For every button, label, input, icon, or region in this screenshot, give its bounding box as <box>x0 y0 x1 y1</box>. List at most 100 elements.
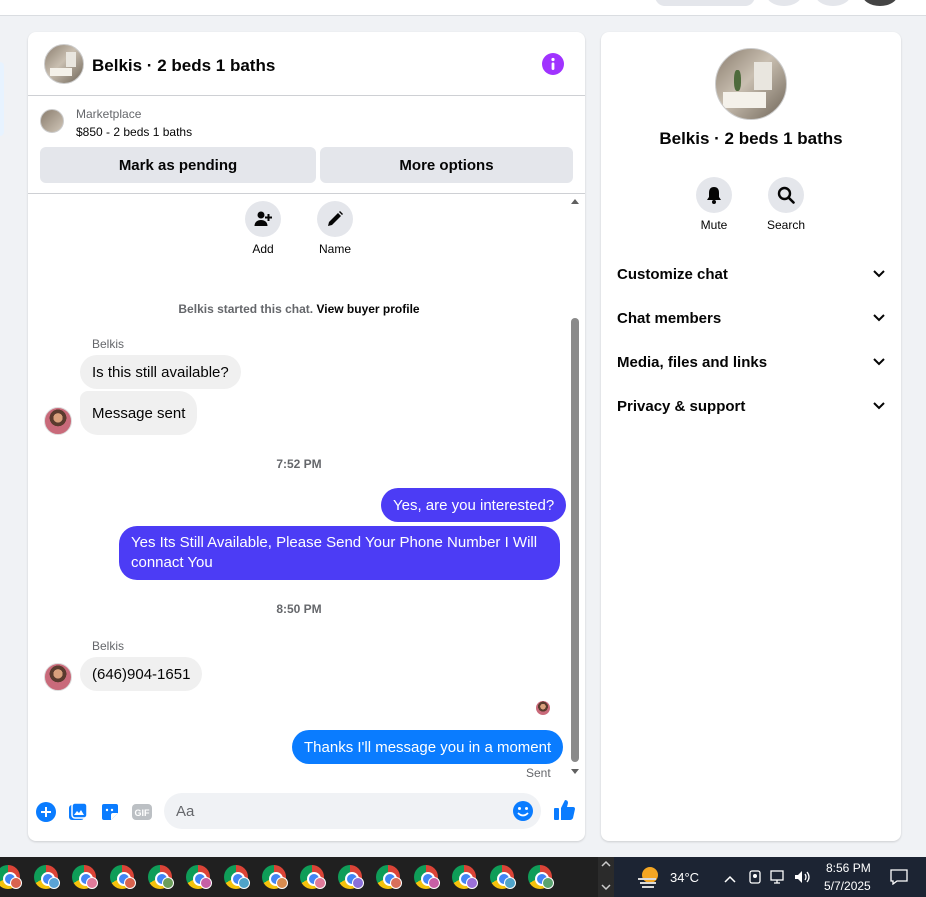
search-icon <box>777 186 795 204</box>
timestamp: 8:50 PM <box>276 602 322 616</box>
weather-icon[interactable] <box>636 865 662 889</box>
pencil-icon <box>328 211 343 226</box>
volume-icon[interactable] <box>794 869 812 890</box>
section-customize-chat[interactable]: Customize chat <box>617 259 885 289</box>
scroll-up-arrow[interactable] <box>571 199 579 204</box>
profile-badge-icon <box>542 877 554 889</box>
incoming-message[interactable]: Is this still available? <box>80 355 241 389</box>
sender-name: Belkis <box>92 337 125 351</box>
top-search-pill[interactable] <box>655 0 755 6</box>
meet-now-icon[interactable] <box>748 869 762 890</box>
chevron-down-icon <box>873 314 885 322</box>
chat-panel: Belkis · 2 beds 1 baths Marketplace $850… <box>28 32 585 841</box>
sender-avatar[interactable] <box>44 407 72 435</box>
svg-text:GIF: GIF <box>135 808 151 818</box>
profile-badge-icon <box>200 877 212 889</box>
clock-date[interactable]: 5/7/2025 <box>824 879 871 893</box>
section-chat-members[interactable]: Chat members <box>617 303 885 333</box>
message-placeholder: Aa <box>176 803 195 820</box>
profile-badge-icon <box>390 877 402 889</box>
gif-icon[interactable]: GIF <box>131 801 153 823</box>
add-person-icon <box>254 211 272 226</box>
outgoing-message[interactable]: Yes Its Still Available, Please Send You… <box>119 526 560 580</box>
marketplace-listing: Marketplace $850 - 2 beds 1 baths Mark a… <box>28 97 585 194</box>
marketplace-label: Marketplace <box>76 107 142 121</box>
chevron-down-icon <box>873 358 885 366</box>
top-account-avatar[interactable] <box>862 0 898 6</box>
profile-badge-icon <box>504 877 516 889</box>
chevron-down-icon <box>873 270 885 278</box>
info-icon[interactable] <box>542 53 564 75</box>
notifications-icon[interactable] <box>890 869 908 890</box>
more-options-button[interactable]: More options <box>320 147 573 183</box>
view-buyer-profile-link[interactable]: View buyer profile <box>316 302 419 316</box>
section-media-files-links[interactable]: Media, files and links <box>617 347 885 377</box>
mute-label: Mute <box>700 218 728 232</box>
scrollbar-thumb[interactable] <box>571 318 579 762</box>
profile-badge-icon <box>162 877 174 889</box>
sticker-icon[interactable] <box>99 801 121 823</box>
profile-badge-icon <box>276 877 288 889</box>
incoming-message[interactable]: (646)904-1651 <box>80 657 203 691</box>
chat-started-notice: Belkis started this chat. View buyer pro… <box>28 302 570 316</box>
chat-started-text: Belkis started this chat. <box>178 302 314 316</box>
left-nav-highlight <box>0 62 4 136</box>
sender-name: Belkis <box>92 639 125 653</box>
image-icon[interactable] <box>67 801 89 823</box>
chat-header: Belkis · 2 beds 1 baths <box>28 32 585 96</box>
outgoing-message[interactable]: Yes, are you interested? <box>381 488 567 522</box>
emoji-icon[interactable] <box>512 800 534 822</box>
top-messenger-button[interactable] <box>815 0 851 6</box>
add-people-button[interactable] <box>245 201 281 237</box>
search-label: Search <box>766 218 806 232</box>
bell-icon <box>707 187 721 204</box>
profile-badge-icon <box>314 877 326 889</box>
add-label: Add <box>252 242 274 256</box>
network-icon[interactable] <box>770 869 788 890</box>
profile-badge-icon <box>466 877 478 889</box>
profile-badge-icon <box>10 877 22 889</box>
listing-thumbnail[interactable] <box>40 109 64 133</box>
profile-badge-icon <box>86 877 98 889</box>
system-tray: 34°C 8:56 PM 5/7/2025 <box>614 857 926 897</box>
weather-temp[interactable]: 34°C <box>670 870 699 885</box>
seen-indicator-avatar <box>536 701 550 715</box>
thumbs-up-icon[interactable] <box>552 798 576 822</box>
profile-badge-icon <box>352 877 364 889</box>
profile-badge-icon <box>238 877 250 889</box>
mute-button[interactable] <box>696 177 732 213</box>
section-label: Privacy & support <box>617 397 746 415</box>
taskbar-apps <box>0 857 598 897</box>
search-button[interactable] <box>768 177 804 213</box>
chat-avatar[interactable] <box>44 44 84 84</box>
section-label: Customize chat <box>617 265 728 283</box>
timestamp: 7:52 PM <box>276 457 322 471</box>
chevron-down-icon <box>873 402 885 410</box>
windows-taskbar: 34°C 8:56 PM 5/7/2025 <box>0 857 926 897</box>
chat-title[interactable]: Belkis · 2 beds 1 baths <box>92 56 275 76</box>
listing-price[interactable]: $850 - 2 beds 1 baths <box>76 125 192 139</box>
conversation-info-panel: Belkis · 2 beds 1 baths Mute Search Cust… <box>601 32 901 841</box>
name-label: Name <box>318 242 351 256</box>
clock-time[interactable]: 8:56 PM <box>826 861 871 875</box>
sender-avatar[interactable] <box>44 663 72 691</box>
profile-badge-icon <box>124 877 136 889</box>
section-privacy-support[interactable]: Privacy & support <box>617 391 885 421</box>
outgoing-message[interactable]: Thanks I'll message you in a moment <box>292 730 564 764</box>
section-label: Chat members <box>617 309 722 327</box>
scroll-down-arrow[interactable] <box>571 769 579 774</box>
taskbar-scroll[interactable] <box>598 857 614 897</box>
tray-chevron-up-icon[interactable] <box>724 871 736 889</box>
mark-pending-button[interactable]: Mark as pending <box>40 147 316 183</box>
top-bar <box>0 0 926 16</box>
profile-badge-icon <box>48 877 60 889</box>
plus-circle-icon[interactable] <box>35 801 57 823</box>
name-chat-button[interactable] <box>317 201 353 237</box>
top-menu-button[interactable] <box>766 0 802 6</box>
incoming-message[interactable]: Message sent <box>80 391 198 435</box>
info-avatar[interactable] <box>715 48 787 120</box>
section-label: Media, files and links <box>617 353 768 371</box>
message-input[interactable]: Aa <box>164 793 541 829</box>
info-title: Belkis · 2 beds 1 baths <box>659 129 843 148</box>
delivery-status: Sent <box>526 766 551 780</box>
